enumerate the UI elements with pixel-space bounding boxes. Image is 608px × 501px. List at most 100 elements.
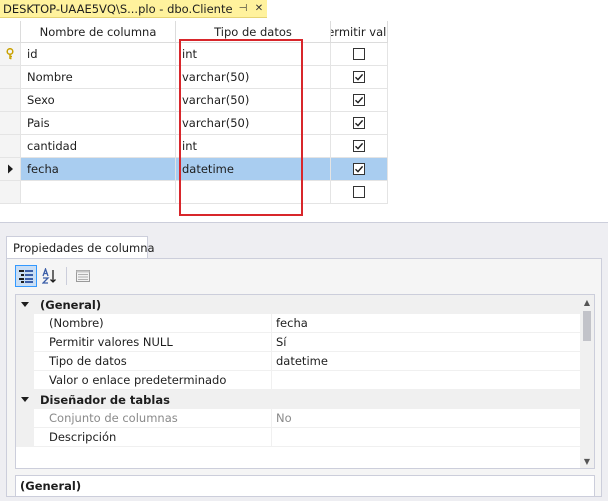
property-gutter[interactable] <box>16 390 34 409</box>
collapse-triangle-icon[interactable] <box>21 397 29 402</box>
scroll-up-icon[interactable]: ▲ <box>580 295 594 309</box>
property-description-title: (General) <box>15 475 595 496</box>
allow-nulls-checkbox[interactable] <box>353 117 365 129</box>
column-name-cell[interactable] <box>21 181 176 204</box>
close-icon[interactable]: ✕ <box>251 3 267 14</box>
allow-nulls-cell <box>331 43 388 66</box>
column-name-header[interactable]: Nombre de columna <box>21 21 176 43</box>
pin-icon[interactable]: ⊣ <box>235 3 251 14</box>
data-type-cell[interactable]: int <box>176 43 331 66</box>
categorized-button[interactable] <box>15 265 37 287</box>
row-selector[interactable] <box>0 43 21 66</box>
property-gutter <box>16 371 34 390</box>
property-row[interactable]: Descripción <box>16 428 582 447</box>
column-name-cell[interactable]: Sexo <box>21 89 176 112</box>
scroll-thumb[interactable] <box>583 311 591 341</box>
property-value[interactable]: datetime <box>272 352 582 371</box>
data-type-cell[interactable]: datetime <box>176 158 331 181</box>
allow-nulls-checkbox[interactable] <box>353 94 365 106</box>
property-name: Permitir valores NULL <box>34 333 272 352</box>
column-name-cell[interactable]: fecha <box>21 158 176 181</box>
tab-column-properties[interactable]: Propiedades de columna <box>6 236 155 258</box>
table-row[interactable]: Pais varchar(50) <box>0 112 388 135</box>
alphabetical-icon <box>42 268 56 284</box>
allow-nulls-cell <box>331 112 388 135</box>
table-row[interactable]: cantidad int <box>0 135 388 158</box>
property-gutter[interactable] <box>16 295 34 314</box>
data-type-cell[interactable]: varchar(50) <box>176 89 331 112</box>
property-row[interactable]: Permitir valores NULL Sí <box>16 333 582 352</box>
row-selector[interactable] <box>0 181 21 204</box>
property-name: Valor o enlace predeterminado <box>34 371 272 390</box>
column-name-cell[interactable]: Pais <box>21 112 176 135</box>
data-type-cell[interactable]: varchar(50) <box>176 66 331 89</box>
property-row[interactable]: Valor o enlace predeterminado <box>16 371 582 390</box>
row-selector[interactable] <box>0 158 21 181</box>
property-row[interactable]: Conjunto de columnas No <box>16 409 582 428</box>
property-value: No <box>272 409 582 428</box>
column-properties-panel: Propiedades de columna Descripción Conju… <box>0 227 608 501</box>
allow-nulls-cell <box>331 181 388 204</box>
property-grid-scrollbar[interactable]: ▲ ▼ <box>580 295 594 468</box>
property-category[interactable]: (General) <box>16 295 582 314</box>
property-name: Descripción <box>34 428 272 447</box>
property-row[interactable]: Tipo de datos datetime <box>16 352 582 371</box>
data-type-header[interactable]: Tipo de datos <box>176 21 331 43</box>
data-type-cell[interactable]: varchar(50) <box>176 112 331 135</box>
allow-nulls-checkbox[interactable] <box>353 140 365 152</box>
allow-nulls-checkbox[interactable] <box>353 71 365 83</box>
allow-nulls-cell <box>331 135 388 158</box>
grid-corner-header <box>0 21 21 43</box>
scroll-down-icon[interactable]: ▼ <box>580 454 594 468</box>
allow-nulls-checkbox[interactable] <box>353 186 365 198</box>
data-type-cell[interactable]: int <box>176 135 331 158</box>
column-name-cell[interactable]: Nombre <box>21 66 176 89</box>
properties-toolbar <box>15 264 94 288</box>
table-row[interactable] <box>0 181 388 204</box>
alphabetical-button[interactable] <box>39 265 61 287</box>
property-gutter <box>16 409 34 428</box>
property-gutter <box>16 333 34 352</box>
allow-nulls-cell <box>331 89 388 112</box>
current-row-icon <box>7 164 13 174</box>
property-gutter <box>16 428 34 447</box>
allow-nulls-checkbox[interactable] <box>353 163 365 175</box>
property-value[interactable] <box>272 371 582 390</box>
document-tab-strip: DESKTOP-UAAE5VQ\S...plo - dbo.Cliente ⊣ … <box>0 0 608 18</box>
allow-nulls-cell <box>331 66 388 89</box>
properties-body: Descripción Conjunto de columnas No Diseñad… <box>6 258 602 497</box>
property-name: Conjunto de columnas <box>34 409 272 428</box>
categorized-icon <box>19 270 33 283</box>
table-row[interactable]: id int <box>0 43 388 66</box>
property-row[interactable]: (Nombre) fecha <box>16 314 582 333</box>
allow-nulls-cell <box>331 158 388 181</box>
row-selector[interactable] <box>0 135 21 158</box>
table-row[interactable]: fecha datetime <box>0 158 388 181</box>
allow-nulls-checkbox[interactable] <box>353 48 365 60</box>
document-tab-title: DESKTOP-UAAE5VQ\S...plo - dbo.Cliente <box>3 1 233 16</box>
row-selector[interactable] <box>0 66 21 89</box>
category-label: Diseñador de tablas <box>34 390 582 409</box>
table-row[interactable]: Sexo varchar(50) <box>0 89 388 112</box>
primary-key-icon <box>6 48 14 60</box>
property-category[interactable]: Diseñador de tablas <box>16 390 582 409</box>
data-type-cell[interactable] <box>176 181 331 204</box>
property-value[interactable]: fecha <box>272 314 582 333</box>
property-value[interactable]: Sí <box>272 333 582 352</box>
table-row[interactable]: Nombre varchar(50) <box>0 66 388 89</box>
document-tab[interactable]: DESKTOP-UAAE5VQ\S...plo - dbo.Cliente ⊣ … <box>0 0 267 18</box>
column-name-cell[interactable]: cantidad <box>21 135 176 158</box>
column-grid-area: Nombre de columna Tipo de datos Permitir… <box>0 18 608 222</box>
property-value[interactable] <box>272 428 582 447</box>
category-label: (General) <box>34 295 582 314</box>
property-pages-button[interactable] <box>72 265 94 287</box>
property-name: Tipo de datos <box>34 352 272 371</box>
collapse-triangle-icon[interactable] <box>21 302 29 307</box>
property-gutter <box>16 314 34 333</box>
column-name-cell[interactable]: id <box>21 43 176 66</box>
row-selector[interactable] <box>0 112 21 135</box>
property-gutter <box>16 352 34 371</box>
row-selector[interactable] <box>0 89 21 112</box>
toolbar-separator <box>66 267 67 285</box>
allow-nulls-header[interactable]: Permitir val... <box>331 21 388 43</box>
